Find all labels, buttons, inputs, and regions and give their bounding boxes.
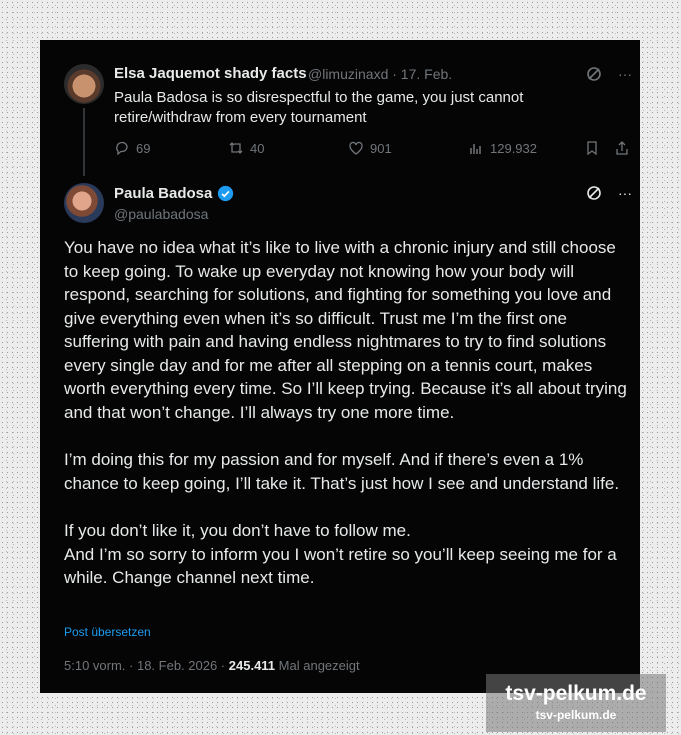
post2-body: You have no idea what it’s like to live … [64,236,634,590]
post2-footer: 5:10 vorm. · 18. Feb. 2026 · 245.411 Mal… [64,658,360,673]
translate-post-link[interactable]: Post übersetzen [64,625,151,639]
tweet-card: Elsa Jaquemot shady facts @limuzinaxd · … [40,40,640,693]
watermark: tsv-pelkum.de tsv-pelkum.de [486,674,666,732]
reply-button[interactable]: 69 [114,140,150,156]
post2-paragraph: If you don’t like it, you don’t have to … [64,521,411,540]
repost-button[interactable]: 40 [228,140,264,156]
reply-icon [116,141,128,156]
watermark-line1: tsv-pelkum.de [505,682,647,705]
post2-top-icons: ··· [586,185,632,204]
repost-count: 40 [250,140,265,156]
verified-badge-icon [218,185,234,202]
share-button[interactable] [614,140,630,156]
reply-count: 69 [136,140,151,156]
grok-icon[interactable] [586,66,602,85]
author-handle-paula[interactable]: @paulabadosa [114,206,208,222]
post-view-label: Mal angezeigt [278,658,360,673]
post-timestamp[interactable]: 5:10 vorm. · 18. Feb. 2026 · [64,658,225,673]
author-name-paula-row[interactable]: Paula Badosa [114,185,234,202]
share-icon [616,141,628,155]
author-name-paula[interactable]: Paula Badosa [114,185,212,202]
like-icon [349,141,363,155]
bookmark-button[interactable] [584,140,600,156]
like-button[interactable]: 901 [348,140,392,156]
author-name-elsa[interactable]: Elsa Jaquemot shady facts [114,65,307,82]
views-icon [470,144,481,154]
post1-actions: 69 40 901 129.932 [114,140,634,160]
watermark-line2: tsv-pelkum.de [535,708,617,722]
more-icon[interactable]: ··· [618,66,632,85]
post2-paragraph: And I’m so sorry to inform you I won’t r… [64,544,617,588]
avatar-paula[interactable] [64,183,104,223]
author-meta-elsa[interactable]: @limuzinaxd · 17. Feb. [308,66,452,82]
post2-paragraph: I’m doing this for my passion and for my… [64,450,620,493]
bookmark-icon [587,141,597,156]
post1-top-icons: ··· [586,66,632,85]
thread-connector [83,108,85,176]
grok-icon[interactable] [586,185,602,204]
avatar-elsa[interactable] [64,64,104,104]
repost-icon [229,142,243,154]
more-icon[interactable]: ··· [618,185,632,204]
views-count: 129.932 [490,140,537,156]
views-button[interactable]: 129.932 [468,140,537,156]
post2-paragraph: You have no idea what it’s like to live … [64,238,627,422]
like-count: 901 [370,140,392,156]
post-view-count: 245.411 [228,658,276,673]
post1-text: Paula Badosa is so disrespectful to the … [114,89,524,126]
